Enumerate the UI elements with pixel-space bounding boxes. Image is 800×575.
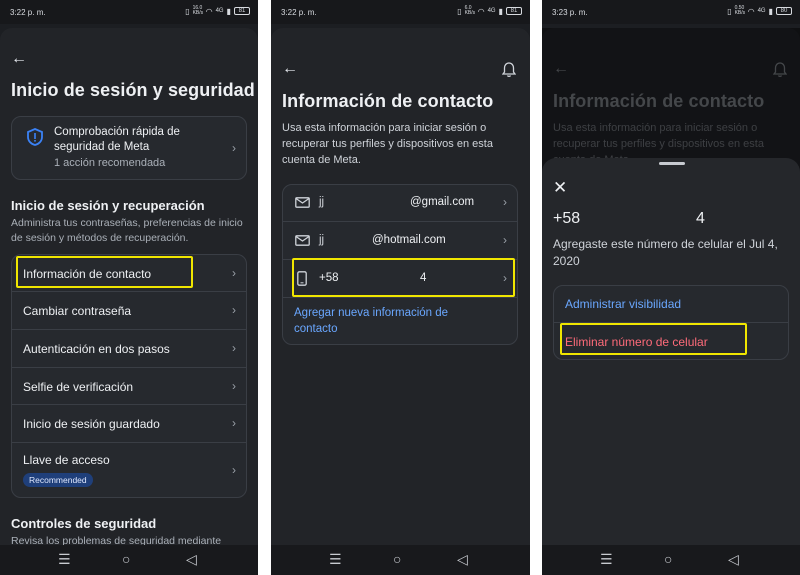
contact-prefix: jj — [319, 196, 325, 208]
page-title: Inicio de sesión y seguridad — [11, 80, 255, 100]
manage-visibility-item[interactable]: Administrar visibilidad — [554, 286, 788, 323]
wifi-icon: ◠ — [747, 6, 755, 16]
back-arrow-icon[interactable]: ← — [11, 50, 27, 68]
chevron-right-icon: › — [232, 416, 236, 430]
chevron-right-icon: › — [503, 195, 507, 209]
system-nav-bar: ☰ ○ ◁ — [0, 545, 258, 575]
contact-prefix: jj — [319, 234, 325, 246]
section-description-login: Administra tus contraseñas, preferencias… — [11, 217, 243, 244]
list-item-saved-login[interactable]: Inicio de sesión guardado › — [12, 405, 246, 443]
chevron-right-icon: › — [232, 303, 236, 317]
contact-row-gmail[interactable]: jj @gmail.com › — [283, 185, 517, 222]
phone-screen-contact-info: 3:22 p. m. ▯ 6.0 KB/s ◠ 4G ▮ 81 ← Inform… — [271, 0, 530, 575]
highlight-box — [16, 256, 193, 288]
back-triangle-icon[interactable]: ◁ — [186, 552, 197, 566]
list-item-passkey[interactable]: Llave de acceso Recommended › — [12, 443, 246, 499]
highlight-box — [560, 323, 747, 355]
menu-icon[interactable]: ☰ — [600, 552, 613, 566]
recommended-badge: Recommended — [23, 473, 93, 487]
signal-label: 4G — [215, 8, 224, 14]
mail-icon — [295, 197, 310, 208]
vibrate-icon: ▯ — [185, 6, 190, 16]
signal-icon: ▮ — [768, 6, 773, 16]
phone-screen-phone-options: 3:23 p. m. ▯ 0.50 KB/s ◠ 4G ▮ 80 ← Infor… — [542, 0, 800, 575]
page-title: Información de contacto — [282, 91, 494, 111]
phone-number-prefix: +58 — [553, 210, 581, 227]
status-time: 3:23 p. m. — [552, 8, 588, 17]
vibrate-icon: ▯ — [457, 6, 462, 16]
battery-icon: 81 — [234, 7, 250, 15]
signal-icon: ▮ — [498, 6, 503, 16]
status-icons: ▯ 16.0 KB/s ◠ 4G ▮ 81 — [185, 6, 250, 16]
drag-handle[interactable] — [659, 162, 685, 165]
system-nav-bar: ☰ ○ ◁ — [542, 545, 800, 575]
list-item-selfie[interactable]: Selfie de verificación › — [12, 368, 246, 405]
contact-value: @gmail.com — [410, 196, 475, 208]
list-item-change-password[interactable]: Cambiar contraseña › — [12, 292, 246, 330]
vibrate-icon: ▯ — [727, 6, 732, 16]
section-heading-security-controls: Controles de seguridad — [11, 516, 157, 531]
signal-label: 4G — [757, 8, 766, 14]
highlight-box — [292, 258, 515, 297]
phone-number-suffix: 4 — [696, 210, 705, 227]
contact-value: @hotmail.com — [372, 234, 446, 246]
data-speed: 6.0 KB/s — [464, 5, 476, 16]
page-description: Usa esta información para iniciar sesión… — [282, 122, 493, 166]
status-bar: 3:22 p. m. ▯ 16.0 KB/s ◠ 4G ▮ 81 — [0, 0, 258, 24]
data-speed: 16.0 KB/s — [192, 5, 204, 16]
status-icons: ▯ 0.50 KB/s ◠ 4G ▮ 80 — [727, 6, 792, 16]
phone-screen-security: 3:22 p. m. ▯ 16.0 KB/s ◠ 4G ▮ 81 ← Inici… — [0, 0, 258, 575]
chevron-right-icon: › — [503, 233, 507, 247]
manage-visibility-label: Administrar visibilidad — [565, 297, 682, 311]
status-bar: 3:22 p. m. ▯ 6.0 KB/s ◠ 4G ▮ 81 — [271, 0, 530, 24]
chevron-right-icon: › — [232, 463, 236, 477]
signal-label: 4G — [487, 8, 496, 14]
chevron-right-icon: › — [232, 341, 236, 355]
quick-check-card[interactable]: Comprobación rápida de seguridad de Meta… — [11, 116, 247, 180]
list-item-label: Autenticación en dos pasos — [23, 342, 170, 356]
back-triangle-icon[interactable]: ◁ — [728, 552, 739, 566]
section-heading-login: Inicio de sesión y recuperación — [11, 198, 205, 213]
list-item-label: Cambiar contraseña — [23, 304, 132, 318]
home-icon[interactable]: ○ — [122, 552, 130, 566]
battery-icon: 80 — [776, 7, 792, 15]
chevron-right-icon: › — [232, 379, 236, 393]
status-time: 3:22 p. m. — [10, 8, 46, 17]
quick-check-title: Comprobación rápida de seguridad de Meta — [54, 126, 180, 153]
status-icons: ▯ 6.0 KB/s ◠ 4G ▮ 81 — [457, 6, 522, 16]
list-item-label: Llave de acceso — [23, 453, 110, 467]
contact-row-hotmail[interactable]: jj @hotmail.com › — [283, 222, 517, 260]
chevron-right-icon: › — [232, 141, 236, 155]
wifi-icon: ◠ — [477, 6, 485, 16]
mail-icon — [295, 235, 310, 246]
menu-icon[interactable]: ☰ — [58, 552, 71, 566]
status-bar: 3:23 p. m. ▯ 0.50 KB/s ◠ 4G ▮ 80 — [542, 0, 800, 24]
home-icon[interactable]: ○ — [393, 552, 401, 566]
signal-icon: ▮ — [226, 6, 231, 16]
status-time: 3:22 p. m. — [281, 8, 317, 17]
bell-icon[interactable] — [502, 62, 516, 78]
chevron-right-icon: › — [232, 266, 236, 280]
back-arrow-icon[interactable]: ← — [282, 60, 298, 78]
wifi-icon: ◠ — [205, 6, 213, 16]
menu-icon[interactable]: ☰ — [329, 552, 342, 566]
system-nav-bar: ☰ ○ ◁ — [271, 545, 530, 575]
quick-check-subtitle: 1 acción recomendada — [54, 157, 166, 169]
data-speed: 0.50 KB/s — [734, 5, 746, 16]
home-icon[interactable]: ○ — [664, 552, 672, 566]
shield-icon — [27, 128, 43, 146]
add-contact-link[interactable]: Agregar nueva información de contacto — [294, 305, 494, 337]
added-date-text: Agregaste este número de celular el Jul … — [553, 237, 778, 268]
list-item-label: Selfie de verificación — [23, 380, 134, 394]
close-icon[interactable]: ✕ — [553, 178, 567, 198]
list-item-label: Inicio de sesión guardado — [23, 417, 160, 431]
login-options-list: Información de contacto › Cambiar contra… — [11, 254, 247, 498]
battery-icon: 81 — [506, 7, 522, 15]
list-item-two-factor[interactable]: Autenticación en dos pasos › — [12, 330, 246, 368]
back-triangle-icon[interactable]: ◁ — [457, 552, 468, 566]
